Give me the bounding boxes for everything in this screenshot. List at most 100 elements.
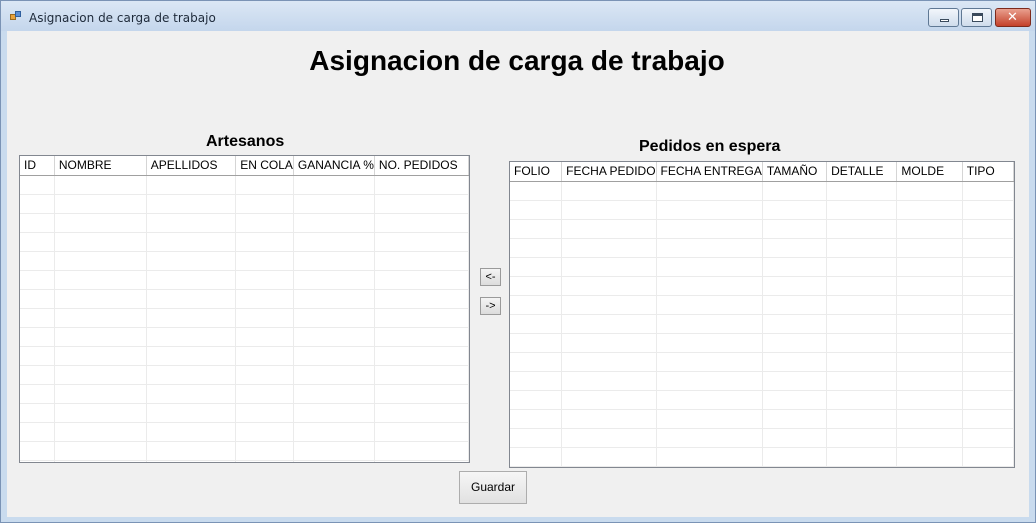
table-cell[interactable] bbox=[896, 181, 963, 201]
table-row[interactable] bbox=[510, 352, 1014, 372]
table-cell[interactable] bbox=[561, 371, 657, 391]
table-cell[interactable] bbox=[826, 428, 898, 448]
table-cell[interactable] bbox=[962, 314, 1014, 334]
table-cell[interactable] bbox=[293, 422, 375, 442]
table-cell[interactable] bbox=[235, 422, 294, 442]
table-cell[interactable] bbox=[762, 295, 828, 315]
table-cell[interactable] bbox=[561, 219, 657, 239]
table-cell[interactable] bbox=[374, 194, 469, 214]
table-row[interactable] bbox=[20, 460, 469, 462]
table-cell[interactable] bbox=[762, 390, 828, 410]
table-cell[interactable] bbox=[656, 314, 763, 334]
maximize-button[interactable] bbox=[961, 8, 992, 27]
table-cell[interactable] bbox=[20, 289, 55, 309]
table-cell[interactable] bbox=[762, 200, 828, 220]
table-cell[interactable] bbox=[374, 175, 469, 195]
column-header[interactable]: APELLIDOS bbox=[146, 156, 237, 176]
table-cell[interactable] bbox=[374, 403, 469, 423]
table-cell[interactable] bbox=[146, 365, 237, 385]
table-cell[interactable] bbox=[293, 251, 375, 271]
table-row[interactable] bbox=[20, 289, 469, 309]
table-cell[interactable] bbox=[54, 194, 147, 214]
column-header[interactable]: FECHA ENTREGA bbox=[656, 162, 763, 182]
table-cell[interactable] bbox=[656, 371, 763, 391]
table-cell[interactable] bbox=[374, 365, 469, 385]
table-row[interactable] bbox=[510, 409, 1014, 429]
table-cell[interactable] bbox=[235, 251, 294, 271]
table-cell[interactable] bbox=[826, 447, 898, 467]
table-cell[interactable] bbox=[826, 352, 898, 372]
table-cell[interactable] bbox=[54, 327, 147, 347]
table-cell[interactable] bbox=[762, 371, 828, 391]
table-cell[interactable] bbox=[235, 346, 294, 366]
table-cell[interactable] bbox=[962, 200, 1014, 220]
table-cell[interactable] bbox=[656, 352, 763, 372]
table-cell[interactable] bbox=[762, 333, 828, 353]
table-cell[interactable] bbox=[826, 200, 898, 220]
table-cell[interactable] bbox=[561, 200, 657, 220]
table-cell[interactable] bbox=[235, 327, 294, 347]
table-cell[interactable] bbox=[146, 346, 237, 366]
table-row[interactable] bbox=[20, 422, 469, 442]
table-cell[interactable] bbox=[896, 257, 963, 277]
table-cell[interactable] bbox=[235, 270, 294, 290]
table-row[interactable] bbox=[20, 308, 469, 328]
table-cell[interactable] bbox=[374, 270, 469, 290]
table-cell[interactable] bbox=[54, 251, 147, 271]
table-cell[interactable] bbox=[293, 460, 375, 462]
table-row[interactable] bbox=[20, 403, 469, 423]
table-cell[interactable] bbox=[762, 314, 828, 334]
table-cell[interactable] bbox=[962, 219, 1014, 239]
table-cell[interactable] bbox=[762, 276, 828, 296]
table-cell[interactable] bbox=[146, 194, 237, 214]
column-header[interactable]: ID bbox=[20, 156, 55, 176]
table-cell[interactable] bbox=[510, 181, 563, 201]
table-row[interactable] bbox=[510, 333, 1014, 353]
table-cell[interactable] bbox=[20, 327, 55, 347]
table-cell[interactable] bbox=[656, 219, 763, 239]
table-cell[interactable] bbox=[896, 428, 963, 448]
table-cell[interactable] bbox=[656, 257, 763, 277]
table-cell[interactable] bbox=[374, 251, 469, 271]
table-cell[interactable] bbox=[656, 181, 763, 201]
table-cell[interactable] bbox=[235, 384, 294, 404]
table-cell[interactable] bbox=[561, 314, 657, 334]
table-cell[interactable] bbox=[561, 390, 657, 410]
table-cell[interactable] bbox=[146, 251, 237, 271]
table-cell[interactable] bbox=[146, 289, 237, 309]
table-cell[interactable] bbox=[293, 308, 375, 328]
table-cell[interactable] bbox=[54, 232, 147, 252]
column-header[interactable]: MOLDE bbox=[896, 162, 963, 182]
close-button[interactable]: ✕ bbox=[995, 8, 1031, 27]
table-cell[interactable] bbox=[235, 194, 294, 214]
table-cell[interactable] bbox=[20, 365, 55, 385]
table-cell[interactable] bbox=[896, 238, 963, 258]
table-row[interactable] bbox=[510, 181, 1014, 201]
table-cell[interactable] bbox=[826, 409, 898, 429]
table-row[interactable] bbox=[510, 238, 1014, 258]
table-cell[interactable] bbox=[962, 352, 1014, 372]
table-cell[interactable] bbox=[20, 441, 55, 461]
table-cell[interactable] bbox=[962, 257, 1014, 277]
table-cell[interactable] bbox=[826, 257, 898, 277]
table-cell[interactable] bbox=[235, 460, 294, 462]
table-cell[interactable] bbox=[896, 219, 963, 239]
table-cell[interactable] bbox=[374, 441, 469, 461]
table-cell[interactable] bbox=[54, 289, 147, 309]
table-cell[interactable] bbox=[54, 403, 147, 423]
table-cell[interactable] bbox=[146, 441, 237, 461]
table-row[interactable] bbox=[20, 251, 469, 271]
table-cell[interactable] bbox=[146, 213, 237, 233]
table-cell[interactable] bbox=[374, 308, 469, 328]
table-cell[interactable] bbox=[20, 213, 55, 233]
table-cell[interactable] bbox=[54, 365, 147, 385]
table-cell[interactable] bbox=[896, 200, 963, 220]
column-header[interactable]: FOLIO bbox=[510, 162, 563, 182]
artesanos-grid[interactable]: ID NOMBRE APELLIDOS EN COLA GANANCIA % NO. PE… bbox=[19, 155, 470, 463]
table-row[interactable] bbox=[20, 213, 469, 233]
table-cell[interactable] bbox=[656, 333, 763, 353]
table-cell[interactable] bbox=[826, 181, 898, 201]
table-cell[interactable] bbox=[510, 219, 563, 239]
table-cell[interactable] bbox=[235, 175, 294, 195]
table-row[interactable] bbox=[20, 441, 469, 461]
